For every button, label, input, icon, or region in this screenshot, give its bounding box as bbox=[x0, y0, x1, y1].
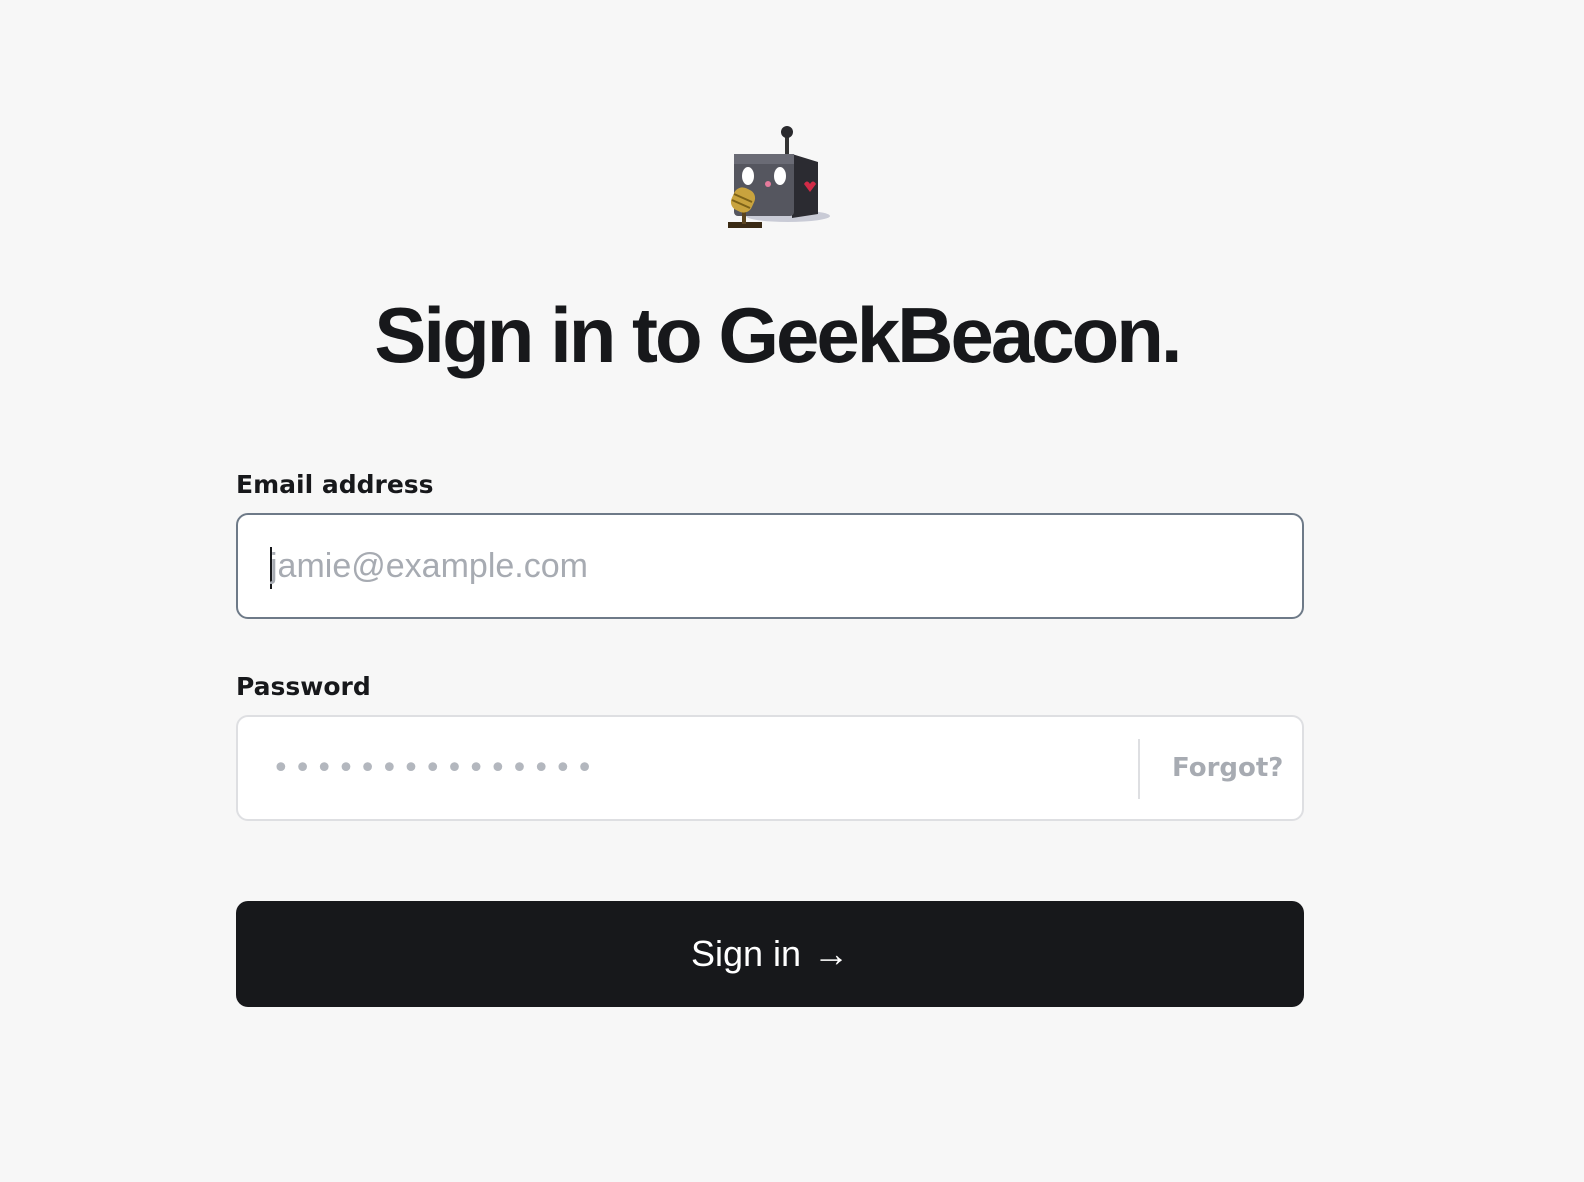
field-divider bbox=[1138, 739, 1140, 799]
email-field[interactable] bbox=[270, 515, 1270, 617]
email-field-container[interactable] bbox=[236, 513, 1304, 619]
arrow-right-icon: → bbox=[813, 933, 850, 974]
sign-in-page: Sign in to GeekBeacon. Email address Pas… bbox=[0, 0, 1584, 1182]
password-label: Password bbox=[236, 672, 371, 701]
robot-logo-icon bbox=[722, 122, 834, 234]
password-field[interactable]: ••••••••••••••• bbox=[272, 717, 597, 819]
password-field-container[interactable]: ••••••••••••••• Forgot? bbox=[236, 715, 1304, 821]
forgot-password-link[interactable]: Forgot? bbox=[1172, 717, 1283, 819]
email-label: Email address bbox=[236, 470, 434, 499]
page-title: Sign in to GeekBeacon. bbox=[374, 291, 1182, 379]
sign-in-button-label: Sign in bbox=[690, 933, 802, 974]
sign-in-button[interactable]: Sign in → bbox=[236, 901, 1304, 1007]
